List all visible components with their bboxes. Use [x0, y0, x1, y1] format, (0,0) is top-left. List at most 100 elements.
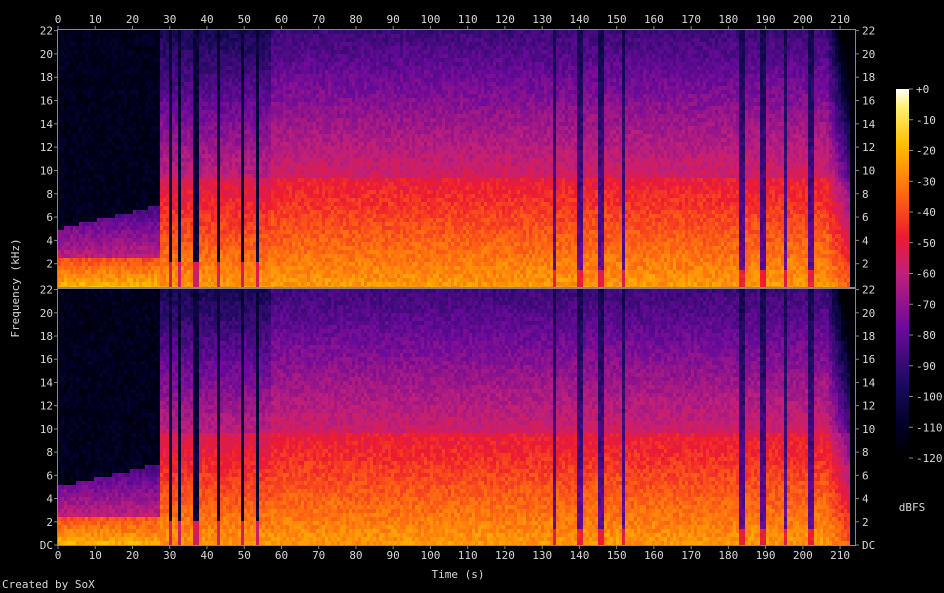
colorbar: [896, 89, 909, 458]
y-tick-label-right: 12: [862, 141, 875, 154]
y-tick-label-right: 16: [862, 353, 875, 366]
y-tick-label-right: 6: [862, 211, 869, 224]
y-tick-label-left: 20: [40, 48, 53, 61]
y-tick-label-right: 16: [862, 95, 875, 108]
x-tick-label-top: 40: [200, 13, 213, 26]
x-tick-label-bottom: 110: [458, 549, 478, 562]
colorbar-tick-label: -20: [916, 145, 936, 158]
y-tick-label-left: 20: [40, 307, 53, 320]
colorbar-tick-label: -60: [916, 268, 936, 281]
colorbar-tick-label: -90: [916, 360, 936, 373]
y-tick-label-right: 14: [862, 376, 876, 389]
channel-1-spectrogram: [58, 30, 856, 287]
x-tick-label-bottom: 0: [55, 549, 62, 562]
x-tick-label-top: 50: [238, 13, 251, 26]
y-tick-label-right: 12: [862, 400, 875, 413]
x-tick-label-bottom: 30: [163, 549, 176, 562]
x-tick-label-top: 60: [275, 13, 288, 26]
colorbar-tick-label: -120: [916, 452, 943, 465]
y-tick-label-right: DC: [862, 539, 875, 552]
colorbar-tick-label: -50: [916, 237, 936, 250]
x-tick-label-bottom: 140: [569, 549, 589, 562]
y-tick-label-right: 14: [862, 118, 876, 131]
x-tick-label-bottom: 70: [312, 549, 325, 562]
y-tick-label-left: 2: [46, 516, 53, 529]
colorbar-label: dBFS: [899, 501, 926, 514]
colorbar-tick-label: -40: [916, 206, 936, 219]
x-tick-label-bottom: 170: [681, 549, 701, 562]
x-tick-label-bottom: 60: [275, 549, 288, 562]
x-tick-label-top: 30: [163, 13, 176, 26]
x-tick-label-bottom: 50: [238, 549, 251, 562]
x-tick-label-bottom: 120: [495, 549, 515, 562]
x-tick-label-top: 20: [126, 13, 139, 26]
y-tick-label-left: 16: [40, 353, 53, 366]
y-tick-label-right: 4: [862, 234, 869, 247]
x-tick-label-bottom: 160: [644, 549, 664, 562]
x-tick-label-bottom: 150: [607, 549, 627, 562]
y-tick-label-left: 12: [40, 141, 53, 154]
y-tick-label-right: 10: [862, 423, 875, 436]
x-tick-label-top: 70: [312, 13, 325, 26]
x-tick-label-bottom: 130: [532, 549, 552, 562]
y-tick-label-left: 12: [40, 400, 53, 413]
x-tick-label-top: 110: [458, 13, 478, 26]
y-tick-label-left: 8: [46, 188, 53, 201]
y-tick-label-right: 22: [862, 25, 875, 38]
y-tick-label-right: 22: [862, 284, 875, 297]
x-axis-label: Time (s): [432, 568, 485, 581]
y-tick-label-left: 22: [40, 284, 53, 297]
colorbar-tick-label: -100: [916, 391, 943, 404]
y-tick-label-right: 2: [862, 258, 869, 271]
x-tick-label-top: 130: [532, 13, 552, 26]
x-tick-label-bottom: 90: [387, 549, 400, 562]
x-axis-bottom: 0 10 20 30 40 50 60 70 80 90 100 110 120 130 140 150 160…: [55, 545, 850, 562]
x-tick-label-top: 200: [793, 13, 813, 26]
channel-2-spectrogram: [58, 289, 856, 545]
colorbar-tick-label: -30: [916, 175, 936, 188]
x-tick-label-top: 210: [830, 13, 850, 26]
y-tick-label-left: 10: [40, 164, 53, 177]
y-tick-label-right: 10: [862, 164, 875, 177]
x-axis-top: 0 10 20 30 40 50 60 70 80 90 100 110 120 130 140 150 160…: [55, 13, 850, 30]
colorbar-ticks: +0 -10 -20 -30 -40 -50 -60 -70 -80 -90 -100 -110 -12…: [909, 83, 943, 465]
x-tick-label-top: 150: [607, 13, 627, 26]
x-tick-label-top: 90: [387, 13, 400, 26]
colorbar-tick-label: -10: [916, 114, 936, 127]
y-tick-label-left: 6: [46, 211, 53, 224]
x-tick-label-top: 80: [349, 13, 362, 26]
y-tick-label-left: DC: [40, 539, 53, 552]
y-tick-label-left: 22: [40, 25, 53, 38]
y-tick-label-left: 8: [46, 446, 53, 459]
y-tick-label-left: 18: [40, 330, 53, 343]
colorbar-tick-label: -110: [916, 421, 943, 434]
colorbar-tick-label: -80: [916, 329, 936, 342]
y-tick-label-right: 20: [862, 307, 875, 320]
y-tick-label-right: 2: [862, 516, 869, 529]
x-tick-label-bottom: 210: [830, 549, 850, 562]
x-tick-label-top: 140: [569, 13, 589, 26]
spectrogram-chart: 0 10 20 30 40 50 60 70 80 90 100 110 120 130 140 150 160…: [0, 0, 944, 593]
y-tick-label-right: 4: [862, 493, 869, 506]
x-tick-label-bottom: 100: [420, 549, 440, 562]
x-tick-label-bottom: 190: [756, 549, 776, 562]
colorbar-tick-label: -70: [916, 298, 936, 311]
x-tick-label-bottom: 20: [126, 549, 139, 562]
y-tick-label-left: 14: [40, 376, 54, 389]
y-tick-label-left: 14: [40, 118, 54, 131]
x-tick-label-top: 0: [55, 13, 62, 26]
x-tick-label-bottom: 10: [89, 549, 102, 562]
y-tick-label-left: 10: [40, 423, 53, 436]
x-tick-label-top: 180: [718, 13, 738, 26]
y-tick-label-left: 18: [40, 71, 53, 84]
y-tick-label-right: 18: [862, 71, 875, 84]
y-tick-label-left: 16: [40, 95, 53, 108]
x-tick-label-top: 100: [420, 13, 440, 26]
x-tick-label-bottom: 40: [200, 549, 213, 562]
y-tick-label-right: 18: [862, 330, 875, 343]
colorbar-tick-label: +0: [916, 83, 929, 96]
y-tick-label-left: 4: [46, 234, 53, 247]
footer-credit: Created by SoX: [2, 578, 95, 591]
y-axis-label: Frequency (kHz): [9, 238, 22, 337]
y-tick-label-left: 2: [46, 258, 53, 271]
